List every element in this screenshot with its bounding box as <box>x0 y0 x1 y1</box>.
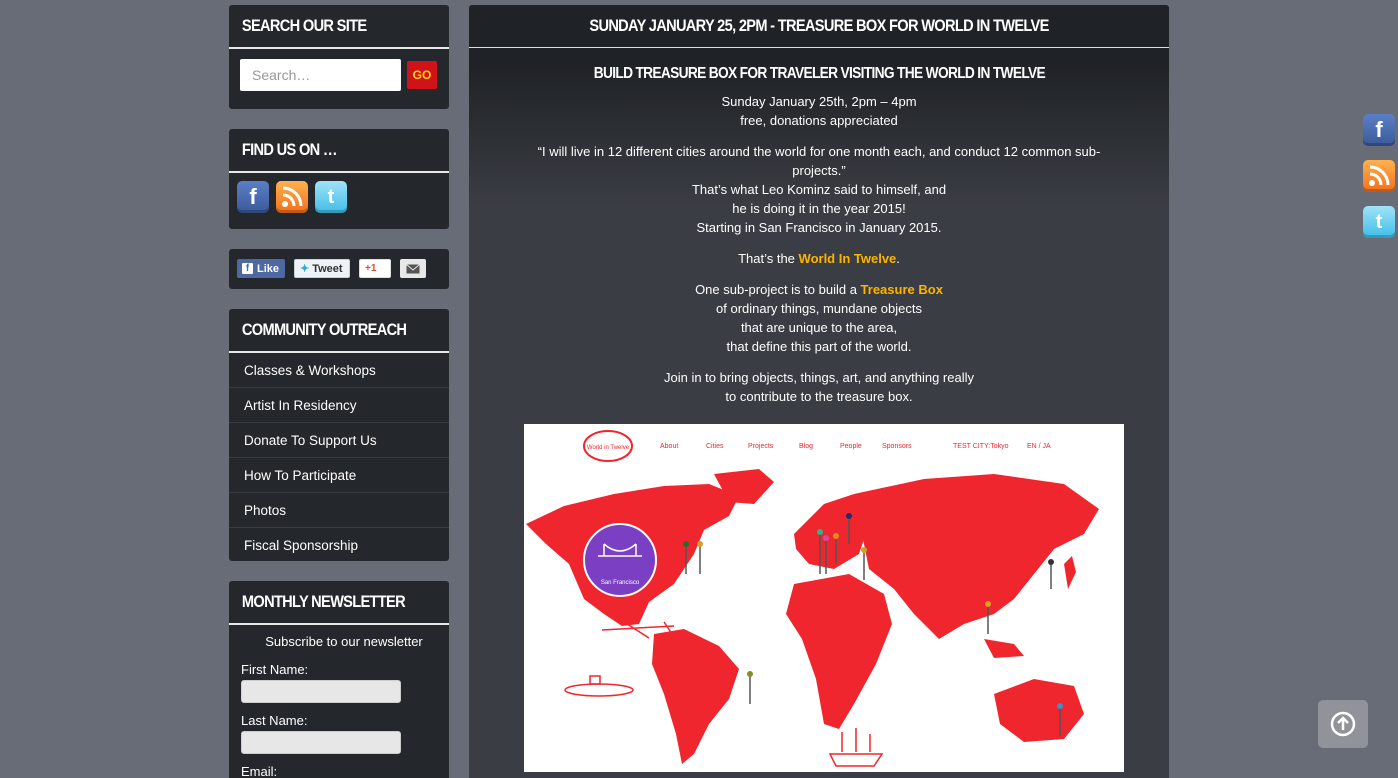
twitter-icon[interactable]: t <box>315 181 347 213</box>
map-test-city: TEST CITY:Tokyo <box>953 443 1009 450</box>
world-map-image: World in Twelve About Cities Projects Bl… <box>524 424 1124 772</box>
search-go-button[interactable]: GO <box>407 61 437 89</box>
map-logo-text: World in Twelve <box>587 445 630 451</box>
submarine-illustration <box>564 675 634 697</box>
menu-item-how-to-participate[interactable]: How To Participate <box>229 458 449 493</box>
continents <box>526 469 1099 764</box>
share-buttons: f Like ✦ Tweet +1 <box>237 259 426 278</box>
facebook-icon[interactable]: f <box>237 181 269 213</box>
menu-item-classes-workshops[interactable]: Classes & Workshops <box>229 353 449 388</box>
ship-illustration <box>828 728 884 767</box>
social-links: f t <box>237 181 347 213</box>
search-form: GO <box>240 59 437 91</box>
first-name-label: First Name: <box>241 662 309 677</box>
divider <box>229 47 449 49</box>
floating-social-bar: f t <box>1363 114 1395 238</box>
join-line-2: to contribute to the treasure box. <box>725 389 913 404</box>
newsletter-widget: MONTHLY NEWSLETTER Subscribe to our news… <box>229 581 449 778</box>
quote-text: “I will live in 12 different cities arou… <box>537 144 1101 178</box>
facebook-like-button[interactable]: f Like <box>237 259 285 278</box>
email-share-button[interactable] <box>400 259 426 278</box>
world-in-twelve-link[interactable]: World In Twelve <box>799 251 897 266</box>
newsletter-title: MONTHLY NEWSLETTER <box>241 592 406 611</box>
tweet-button[interactable]: ✦ Tweet <box>294 259 350 278</box>
menu-item-donate[interactable]: Donate To Support Us <box>229 423 449 458</box>
scroll-to-top-button[interactable] <box>1318 700 1368 748</box>
email-label: Email: <box>241 764 278 778</box>
google-plus-button[interactable]: +1 <box>359 259 391 278</box>
envelope-icon <box>406 263 420 273</box>
search-widget: SEARCH OUR SITE GO <box>229 5 449 109</box>
join-line-1: Join in to bring objects, things, art, a… <box>663 370 974 385</box>
quote-line-4: Starting in San Francisco in January 201… <box>696 220 942 235</box>
arrow-up-icon <box>1330 711 1356 737</box>
divider <box>229 171 449 173</box>
menu-item-artist-residency[interactable]: Artist In Residency <box>229 388 449 423</box>
map-nav-people: People <box>840 443 862 450</box>
thats-prefix: That’s the <box>738 251 799 266</box>
sub-project-line-3: that are unique to the area, <box>740 320 898 335</box>
outreach-title: COMMUNITY OUTREACH <box>241 320 407 339</box>
menu-item-fiscal-sponsorship[interactable]: Fiscal Sponsorship <box>229 528 449 563</box>
facebook-icon: f <box>242 263 253 274</box>
sub-project-line-2: of ordinary things, mundane objects <box>716 301 922 316</box>
twitter-bird-icon: ✦ <box>300 263 310 275</box>
divider <box>229 623 449 625</box>
search-widget-title: SEARCH OUR SITE <box>241 16 367 35</box>
city-badge-label: San Francisco <box>601 580 640 586</box>
thats-suffix: . <box>896 251 900 266</box>
share-widget: f Like ✦ Tweet +1 <box>229 249 449 289</box>
quote-line-3: he is doing it in the year 2015! <box>732 201 906 216</box>
like-label: Like <box>257 262 280 275</box>
menu-item-photos[interactable]: Photos <box>229 493 449 528</box>
map-nav-sponsors: Sponsors <box>882 443 912 450</box>
quote-line-2: That’s what Leo Kominz said to himself, … <box>691 182 947 197</box>
san-francisco-badge[interactable]: San Francisco <box>583 523 657 597</box>
newsletter-subtitle: Subscribe to our newsletter <box>265 634 423 649</box>
tweet-label: Tweet <box>312 262 343 275</box>
map-nav-blog: Blog <box>799 443 813 450</box>
last-name-field[interactable] <box>241 731 401 754</box>
google-plus-label: +1 <box>365 263 377 274</box>
map-nav-projects: Projects <box>748 443 774 450</box>
sub-project-prefix: One sub-project is to build a <box>695 282 861 297</box>
event-price: free, donations appreciated <box>740 113 898 128</box>
first-name-field[interactable] <box>241 680 401 703</box>
map-nav-cities: Cities <box>706 443 724 450</box>
map-language: EN / JA <box>1027 443 1051 450</box>
event-date: Sunday January 25th, 2pm – 4pm <box>721 94 917 109</box>
treasure-box-link[interactable]: Treasure Box <box>861 282 943 297</box>
search-input[interactable] <box>240 59 401 91</box>
post-heading: BUILD TREASURE BOX FOR TRAVELER VISITING… <box>469 65 1169 83</box>
community-outreach-widget: COMMUNITY OUTREACH Classes & Workshops A… <box>229 309 449 561</box>
sub-project-line-4: that define this part of the world. <box>726 339 912 354</box>
outreach-menu: Classes & Workshops Artist In Residency … <box>229 353 449 563</box>
last-name-label: Last Name: <box>241 713 308 728</box>
thats-line: That’s the World In Twelve. <box>469 249 1169 268</box>
sub-project-line: One sub-project is to build a Treasure B… <box>469 280 1169 299</box>
map-logo: World in Twelve <box>583 430 633 462</box>
page-title-text: SUNDAY JANUARY 25, 2PM - TREASURE BOX FO… <box>589 16 1049 35</box>
map-nav-about: About <box>660 443 678 450</box>
post-article: SUNDAY JANUARY 25, 2PM - TREASURE BOX FO… <box>469 5 1169 778</box>
divider <box>469 47 1169 48</box>
find-us-title: FIND US ON … <box>241 140 338 159</box>
rss-icon[interactable] <box>1363 160 1395 192</box>
twitter-icon[interactable]: t <box>1363 206 1395 238</box>
facebook-icon[interactable]: f <box>1363 114 1395 146</box>
rss-icon[interactable] <box>276 181 308 213</box>
post-heading-text: BUILD TREASURE BOX FOR TRAVELER VISITING… <box>593 65 1045 82</box>
page-title: SUNDAY JANUARY 25, 2PM - TREASURE BOX FO… <box>469 5 1169 47</box>
world-map-graphic: World in Twelve About Cities Projects Bl… <box>526 430 1099 767</box>
find-us-widget: FIND US ON … f t <box>229 129 449 229</box>
